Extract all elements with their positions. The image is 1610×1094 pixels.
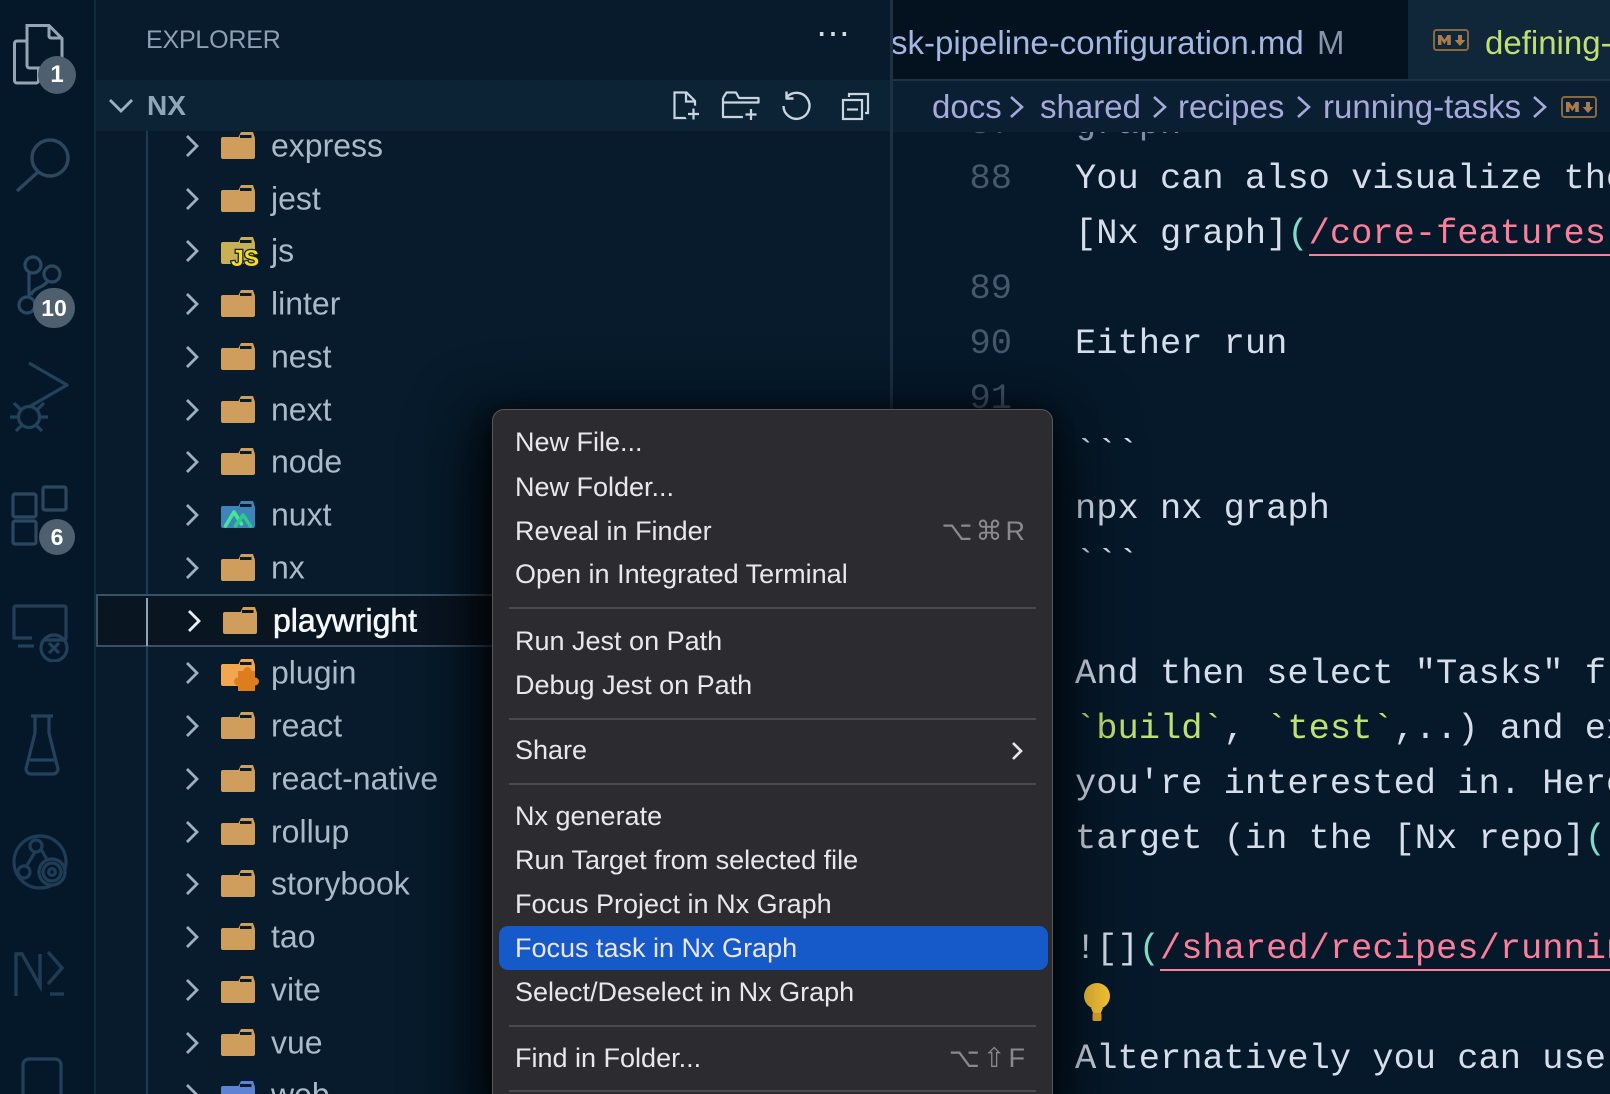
- svg-text:JS: JS: [231, 245, 259, 271]
